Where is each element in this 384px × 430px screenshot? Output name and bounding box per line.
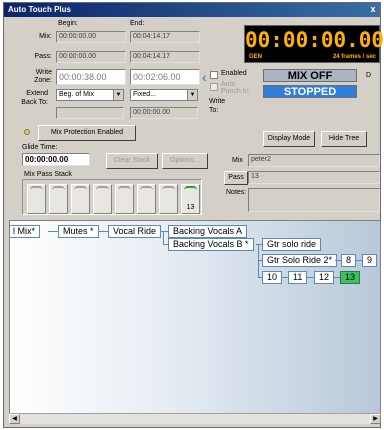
tree-connector (160, 231, 168, 232)
tree-node[interactable]: Backing Vocals B * (168, 238, 254, 251)
chevron-down-icon: ▼ (187, 90, 197, 100)
write-to-select[interactable]: Fixed... ▼ (130, 89, 198, 101)
scroll-right-icon[interactable]: ▶ (370, 414, 381, 424)
pass-range-label: Pass: (34, 53, 52, 60)
auto-punch-checkbox[interactable] (210, 83, 218, 91)
tree-connector (98, 231, 108, 232)
tree-connector (281, 277, 288, 278)
extend-back-select-value: Beg. of Mix (59, 91, 95, 98)
enabled-checkbox[interactable] (210, 71, 218, 79)
tree-node[interactable]: Gtr solo ride (262, 238, 322, 251)
title-bar: Auto Touch Plus x (4, 3, 380, 17)
tree-connector (48, 231, 58, 232)
notes-label: Notes: (226, 189, 247, 196)
glide-time-field[interactable]: 00:00:00.00 (22, 153, 90, 166)
scroll-left-icon[interactable]: ◀ (9, 414, 20, 424)
extend-back-select[interactable]: Beg. of Mix ▼ (56, 89, 124, 101)
mix-protection-led (24, 129, 30, 135)
mix-tree-view: l Mix* Mutes * Vocal Ride Backing Vocals… (9, 220, 381, 423)
tree-node[interactable]: Vocal Ride (108, 225, 162, 238)
stack-slot[interactable] (93, 184, 112, 214)
tree-connector (163, 231, 164, 244)
pass-end-field: 00:04:14.17 (130, 51, 200, 63)
tree-node[interactable]: 12 (314, 271, 335, 284)
timecode-gen-label: GEN (249, 54, 263, 60)
end-header: End: (130, 20, 145, 27)
display-mode-button[interactable]: Display Mode (263, 131, 315, 147)
write-to-label: Write To: (209, 98, 226, 114)
mix-pass-stack-label: Mix Pass Stack (24, 171, 72, 178)
pass-number-field: 13 (248, 171, 380, 184)
pass-begin-field: 00:00:00.00 (56, 51, 126, 63)
write-to-field: 00:00:00.00 (130, 107, 198, 119)
tree-horizontal-scrollbar[interactable]: ◀ ▶ (9, 413, 381, 424)
chevron-down-icon: ▼ (113, 90, 123, 100)
extend-back-field (56, 107, 124, 119)
options-button[interactable]: Options... (162, 153, 208, 169)
tree-node[interactable]: 9 (362, 254, 378, 267)
notes-field[interactable] (248, 188, 380, 212)
stack-slot[interactable] (115, 184, 134, 214)
stack-slot[interactable] (27, 184, 46, 214)
write-zone-end-field[interactable]: 00:02:06.00 (130, 69, 200, 85)
pass-button[interactable]: Pass (224, 171, 248, 185)
tree-node[interactable]: 8 (341, 254, 357, 267)
chevron-left-icon: ‹ (202, 69, 207, 85)
enabled-label: Enabled (221, 70, 247, 77)
write-zone-label: Write Zone: (34, 69, 52, 84)
tree-node[interactable]: Backing Vocals A (168, 225, 248, 238)
timecode-fps-label: 24 frames / sec (332, 54, 376, 60)
stack-slot-number: 13 (186, 204, 195, 211)
tree-connector (333, 277, 340, 278)
stack-slot[interactable] (137, 184, 156, 214)
tree-connector (258, 260, 259, 277)
stack-slot[interactable] (49, 184, 68, 214)
write-zone-begin-field[interactable]: 00:00:38.00 (56, 69, 126, 85)
stack-slot-active[interactable]: 13 (181, 184, 200, 214)
timecode-display: 00:00:00.00 GEN 24 frames / sec (244, 25, 384, 63)
tree-connector (258, 244, 259, 260)
tree-node[interactable]: Mutes * (58, 225, 99, 238)
write-to-select-value: Fixed... (133, 91, 156, 98)
mix-name-label: Mix (232, 157, 243, 164)
close-icon[interactable]: x (368, 3, 378, 15)
timecode-value: 00:00:00.00 (245, 28, 384, 52)
hide-tree-button[interactable]: Hide Tree (321, 131, 367, 147)
stack-slot[interactable] (159, 184, 178, 214)
tree-node[interactable]: 11 (288, 271, 308, 284)
clear-stack-button[interactable]: Clear Stack (106, 153, 158, 169)
mix-begin-field: 00:00:00.00 (56, 31, 126, 43)
mix-pass-stack: 13 (22, 179, 202, 215)
transport-status-indicator: STOPPED (263, 85, 357, 98)
mix-name-field: peter2 (248, 154, 380, 167)
stack-slot[interactable] (71, 184, 90, 214)
window-title: Auto Touch Plus (8, 5, 71, 14)
tree-node[interactable]: Gtr Solo Ride 2* (262, 254, 338, 267)
mix-range-label: Mix: (39, 33, 52, 40)
d-label: D (366, 72, 372, 79)
mix-protection-button[interactable]: Mix Protection Enabled (38, 125, 136, 141)
tree-connector (307, 277, 314, 278)
begin-header: Begin: (58, 20, 78, 27)
extend-back-label: Extend Back To: (21, 90, 48, 106)
mix-end-field: 00:04:14.17 (130, 31, 200, 43)
tree-node[interactable]: l Mix* (10, 225, 40, 238)
mix-status-indicator: MIX OFF (263, 69, 357, 82)
glide-time-label: Glide Time: (22, 144, 58, 151)
auto-punch-label: Auto Punch In (221, 81, 249, 95)
tree-node[interactable]: 10 (262, 271, 283, 284)
tree-node-active[interactable]: 13 (340, 271, 361, 284)
auto-touch-plus-window: Auto Touch Plus x Begin: End: Mix: 00:00… (3, 2, 384, 428)
